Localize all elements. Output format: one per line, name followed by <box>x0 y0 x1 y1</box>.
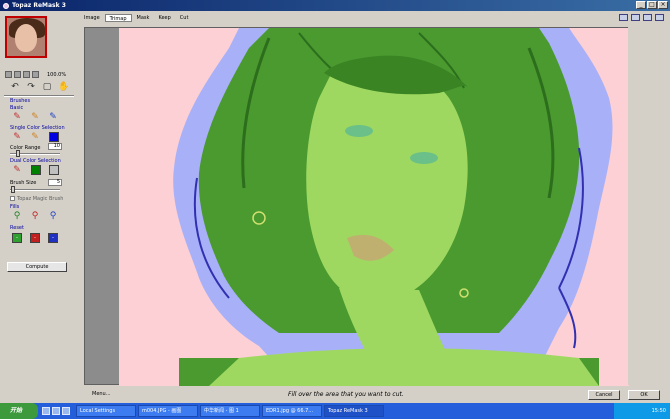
quick-launch <box>42 407 70 415</box>
zoom-in-icon[interactable] <box>14 71 21 78</box>
basic-label: Basic <box>10 105 24 111</box>
canvas-area <box>84 27 629 386</box>
brush-compute-icon[interactable]: ✎ <box>48 112 58 122</box>
app-icon <box>3 2 9 9</box>
compute-label: Compute <box>25 264 49 270</box>
tab-cut[interactable]: Cut <box>176 14 193 22</box>
view-side-icon[interactable] <box>643 14 652 21</box>
menu-button[interactable]: Menu... <box>92 391 111 397</box>
left-panel: 100.0% ↶ ↷ ▢ ✋ Brushes Basic ✎ ✎ ✎ Singl… <box>0 11 78 402</box>
fill-compute-icon[interactable]: ⚲ <box>48 211 58 221</box>
clock: 15:50 <box>651 408 666 414</box>
media-icon[interactable] <box>62 407 70 415</box>
image-canvas[interactable] <box>119 28 629 386</box>
browser-icon[interactable] <box>52 407 60 415</box>
view-split-icon[interactable] <box>631 14 640 21</box>
selection-icon[interactable]: ▢ <box>42 82 52 92</box>
hint-text: Fill over the area that you want to cut. <box>288 391 404 398</box>
reset-compute-button[interactable]: · <box>48 233 58 243</box>
reset-cut-button[interactable]: · <box>30 233 40 243</box>
fill-keep-icon[interactable]: ⚲ <box>12 211 22 221</box>
window-title: Topaz ReMask 3 <box>12 2 66 9</box>
preview-thumbnail[interactable] <box>5 16 47 58</box>
magic-brush-label: Topaz Magic Brush <box>17 196 64 202</box>
brush-keep-icon[interactable]: ✎ <box>12 112 22 122</box>
status-bar: Menu... Fill over the area that you want… <box>78 388 670 402</box>
cancel-label: Cancel <box>595 392 613 398</box>
color-range-slider-thumb[interactable] <box>16 150 20 157</box>
dual-color-swatch-2[interactable] <box>49 165 59 175</box>
desktop-icon[interactable] <box>42 407 50 415</box>
task-paint[interactable]: m004.JPG - 画图 <box>138 405 198 417</box>
brush-size-slider[interactable] <box>10 189 60 191</box>
task-list: Local Settings m004.JPG - 画图 中华新闻 - 图 1 … <box>76 405 384 417</box>
minimize-button[interactable]: _ <box>636 1 646 9</box>
reset-label: Reset <box>10 225 24 231</box>
single-color-swatch[interactable] <box>49 132 59 142</box>
task-topaz[interactable]: Topaz ReMask 3 <box>324 405 384 417</box>
trimap-overlay <box>173 28 613 386</box>
view-single-icon[interactable] <box>619 14 628 21</box>
dual-color-label: Dual Color Selection <box>10 158 61 164</box>
single-color-label: Single Color Selection <box>10 125 65 131</box>
single-color-brush-icon[interactable]: ✎ <box>12 132 22 142</box>
right-bar <box>628 27 658 385</box>
tab-image[interactable]: Image <box>80 14 104 22</box>
tab-mask[interactable]: Mask <box>133 14 154 22</box>
tool-row: ↶ ↷ ▢ ✋ <box>10 82 69 92</box>
tab-keep[interactable]: Keep <box>154 14 174 22</box>
brushes-title: Brushes <box>10 98 31 104</box>
ok-label: OK <box>640 392 648 398</box>
brush-size-input[interactable]: 5 <box>48 179 62 186</box>
view-compare-icon[interactable] <box>655 14 664 21</box>
zoom-actual-icon[interactable] <box>32 71 39 78</box>
undo-icon[interactable]: ↶ <box>10 82 20 92</box>
maximize-button[interactable]: □ <box>647 1 657 9</box>
taskbar: 开始 Local Settings m004.JPG - 画图 中华新闻 - 图… <box>0 403 670 419</box>
system-tray: 15:50 <box>614 403 670 419</box>
start-button[interactable]: 开始 <box>0 403 38 419</box>
dual-color-brush-icon[interactable]: ✎ <box>12 165 22 175</box>
compute-button[interactable]: Compute <box>7 262 67 272</box>
task-edr1[interactable]: EDR1.jpg @ 66.7... <box>262 405 322 417</box>
fills-label: Fills <box>10 204 20 210</box>
fill-cut-icon[interactable]: ⚲ <box>30 211 40 221</box>
reset-keep-button[interactable]: · <box>12 233 22 243</box>
magic-brush-checkbox[interactable] <box>10 196 15 201</box>
dual-color-swatch-1[interactable] <box>31 165 41 175</box>
tab-bar: Image Trimap Mask Keep Cut <box>78 11 670 25</box>
brush-cut-icon[interactable]: ✎ <box>30 112 40 122</box>
brush-size-slider-thumb[interactable] <box>11 186 15 193</box>
color-range-input[interactable]: 10 <box>48 143 62 150</box>
color-range-label: Color Range <box>10 145 41 151</box>
redo-icon[interactable]: ↷ <box>26 82 36 92</box>
task-news[interactable]: 中华新闻 - 图 1 <box>200 405 260 417</box>
close-button[interactable]: × <box>658 1 668 9</box>
cancel-button[interactable]: Cancel <box>588 390 620 400</box>
tab-trimap[interactable]: Trimap <box>104 14 132 22</box>
zoom-fit-icon[interactable] <box>5 71 12 78</box>
zoom-controls: 100.0% <box>5 71 66 78</box>
task-local-settings[interactable]: Local Settings <box>76 405 136 417</box>
single-color-cut-icon[interactable]: ✎ <box>30 132 40 142</box>
divider <box>4 95 74 97</box>
title-bar: Topaz ReMask 3 _ □ × <box>0 0 670 11</box>
zoom-out-icon[interactable] <box>23 71 30 78</box>
zoom-value: 100.0% <box>47 71 67 78</box>
ok-button[interactable]: OK <box>628 390 660 400</box>
hand-icon[interactable]: ✋ <box>58 82 69 92</box>
